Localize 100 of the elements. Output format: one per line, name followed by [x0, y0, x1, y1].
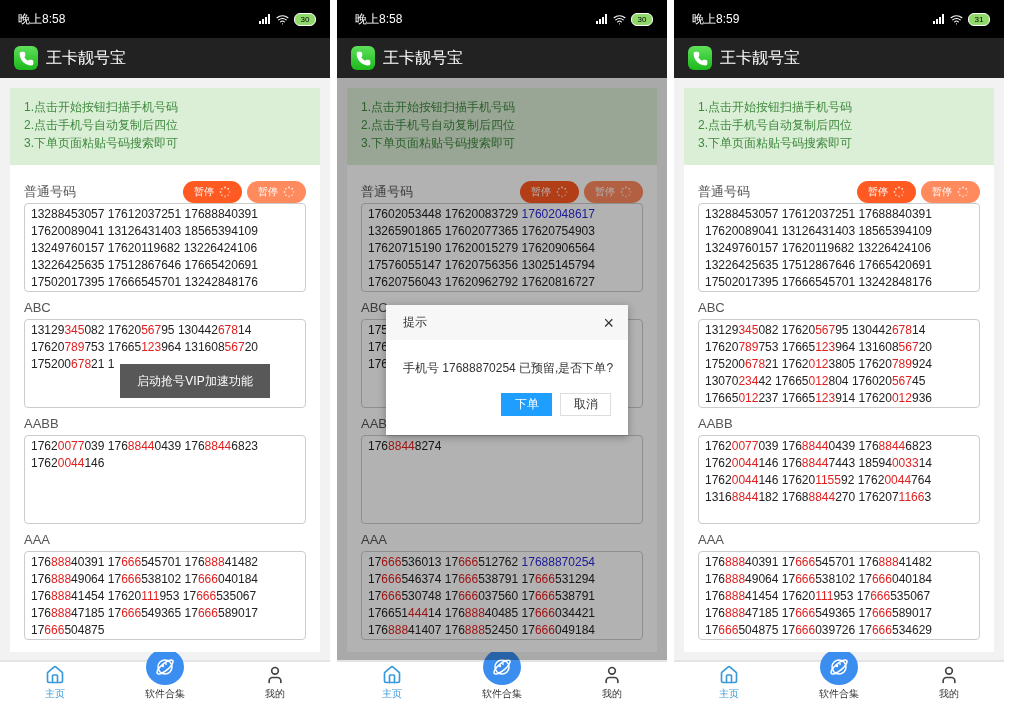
person-icon	[265, 665, 285, 685]
wifi-icon	[276, 12, 289, 26]
number-line[interactable]: 17666536013 17666512762 17688870254	[368, 554, 595, 571]
number-line[interactable]: 13226425635 17512867646 17665420691	[31, 257, 258, 274]
tip-text: 2.点击手机号自动复制后四位	[24, 117, 179, 134]
number-line[interactable]: 17602053448 17620083729 17602048617	[368, 206, 595, 223]
vip-toast: 启动抢号VIP加速功能	[120, 364, 270, 398]
status-time: 晚上8:59	[692, 10, 740, 28]
signal-icon	[594, 14, 608, 24]
number-line[interactable]: 17688849064 17666538102 17666040184	[31, 571, 258, 588]
planet-icon	[828, 656, 850, 678]
number-line[interactable]: 1307023442 17665012804 17602056745	[705, 373, 926, 390]
person-icon	[602, 665, 622, 685]
number-line[interactable]: 17520067821 17620123805 17620789924	[705, 356, 932, 373]
status-time: 晚上8:58	[18, 10, 66, 28]
number-line[interactable]: 17620756043 17620962792 17620816727	[368, 274, 595, 291]
number-line[interactable]: 17620089041 13126431403 18565394109	[31, 223, 258, 240]
tip-text: 3.下单页面粘贴号码搜索即可	[361, 135, 516, 152]
number-line[interactable]: 17666546374 17666538791 17666531294	[368, 571, 595, 588]
nav-tab[interactable]: 我的	[557, 662, 667, 705]
number-line[interactable]: 17620789753 17665123964 13160856720	[31, 339, 258, 356]
section-title: 普通号码	[361, 184, 413, 200]
number-line[interactable]: 17688448274	[368, 438, 442, 455]
section-title: 普通号码	[24, 184, 76, 200]
number-line[interactable]: 17688847185 17666549365 17666589017	[31, 605, 258, 622]
number-line[interactable]: 17666504875 17666039726 17666534629	[705, 622, 932, 639]
section-title: AABB	[698, 416, 733, 432]
number-line[interactable]: 17620077039 17688440439 17688446823	[705, 438, 932, 455]
spinner-icon	[957, 186, 969, 198]
spinner-icon	[219, 186, 231, 198]
number-line[interactable]: 17620044146 17688447443 18594003314	[705, 455, 932, 472]
number-line[interactable]: 17688841454 17620111953 17666535067	[705, 588, 931, 605]
section-title: ABC	[24, 300, 51, 316]
number-line[interactable]: 17620044146	[31, 455, 105, 472]
number-line[interactable]: 17520067821 1	[31, 356, 115, 373]
battery-icon: 30	[294, 12, 316, 26]
number-line[interactable]: 17666504875	[31, 622, 105, 639]
close-button[interactable]: ×	[603, 313, 614, 332]
number-line[interactable]: 17688847185 17666549365 17666589017	[705, 605, 932, 622]
spinner-icon	[893, 186, 905, 198]
nav-tab[interactable]: 我的	[894, 662, 1004, 705]
number-line[interactable]: 17688840391 17666545701 17688841482	[31, 554, 258, 571]
nav-tab[interactable]: 软件合集	[110, 649, 220, 705]
number-line[interactable]: 17620789753 17665123964 13160856720	[705, 339, 932, 356]
nav-tab[interactable]: 软件合集	[447, 649, 557, 705]
phone-icon	[688, 46, 712, 70]
number-line[interactable]: 13265901865 17602077365 17620754903	[368, 223, 595, 240]
tip-text: 1.点击开始按钮扫描手机号码	[361, 99, 516, 116]
phone-icon	[351, 46, 375, 70]
spinner-icon	[283, 186, 295, 198]
tip-text: 3.下单页面粘贴号码搜索即可	[24, 135, 179, 152]
app-title: 王卡靓号宝	[720, 47, 800, 68]
dialog-message: 手机号 17688870254 已预留,是否下单?	[403, 360, 615, 377]
tip-text: 1.点击开始按钮扫描手机号码	[698, 99, 853, 116]
section-title: AAA	[698, 532, 724, 548]
number-line[interactable]: 17688841407 17688852450 17666049184	[368, 622, 595, 639]
number-line[interactable]: 17620077039 17688440439 17688446823	[31, 438, 258, 455]
number-line[interactable]: 13129345082 1762056795 13044267814	[31, 322, 252, 339]
number-line[interactable]: 17502017395 17666545701 13242848176	[705, 274, 932, 291]
app-title: 王卡靓号宝	[383, 47, 463, 68]
tip-text: 3.下单页面粘贴号码搜索即可	[698, 135, 853, 152]
number-line[interactable]: 17576055147 17620756356 13025145794	[368, 257, 595, 274]
number-line[interactable]: 13129345082 1762056795 13044267814	[705, 322, 926, 339]
number-line[interactable]: 17620044146 17620115592 17620044764	[705, 472, 932, 489]
status-time: 晚上8:58	[355, 10, 403, 28]
wifi-icon	[613, 12, 626, 26]
nav-tab[interactable]: 软件合集	[784, 649, 894, 705]
number-line[interactable]: 17688849064 17666538102 17666040184	[705, 571, 932, 588]
number-line[interactable]: 17665144414 17688840485 17666034421	[368, 605, 595, 622]
signal-icon	[931, 14, 945, 24]
number-line[interactable]: 13249760157 17620119682 13226424106	[31, 240, 258, 257]
phone-icon	[14, 46, 38, 70]
number-line[interactable]: 17688840391 17666545701 17688841482	[705, 554, 932, 571]
nav-tab[interactable]: 我的	[220, 662, 330, 705]
tip-text: 2.点击手机号自动复制后四位	[698, 117, 853, 134]
home-icon	[45, 665, 65, 685]
number-line[interactable]: 13226425635 17512867646 17665420691	[705, 257, 932, 274]
section-title: ABC	[698, 300, 725, 316]
number-line[interactable]: 13288453057 17612037251 17688840391	[31, 206, 258, 223]
number-line[interactable]: 17688841454 17620111953 17666535067	[31, 588, 257, 605]
planet-icon	[154, 656, 176, 678]
dialog-button[interactable]: 取消	[560, 393, 611, 416]
number-line[interactable]: 13168844182 17688844270 17620711663	[705, 489, 932, 506]
home-icon	[719, 665, 739, 685]
number-line[interactable]: 17502017395 17666545701 13242848176	[31, 274, 258, 291]
number-line[interactable]: 17665012237 17665123914 17620012936	[705, 390, 932, 407]
section-title: 普通号码	[698, 184, 750, 200]
section-title: AAA	[24, 532, 50, 548]
section-title: AAA	[361, 532, 387, 548]
tip-text: 2.点击手机号自动复制后四位	[361, 117, 516, 134]
app-title: 王卡靓号宝	[46, 47, 126, 68]
number-line[interactable]: 17620089041 13126431403 18565394109	[705, 223, 932, 240]
battery-icon: 31	[968, 12, 990, 26]
number-line[interactable]: 17620715190 17620015279 17620906564	[368, 240, 595, 257]
signal-icon	[257, 14, 271, 24]
section-title: ABC	[361, 300, 388, 316]
battery-icon: 30	[631, 12, 653, 26]
number-line[interactable]: 13288453057 17612037251 17688840391	[705, 206, 932, 223]
number-line[interactable]: 17666530748 17666037560 17666538791	[368, 588, 595, 605]
number-line[interactable]: 13249760157 17620119682 13226424106	[705, 240, 932, 257]
